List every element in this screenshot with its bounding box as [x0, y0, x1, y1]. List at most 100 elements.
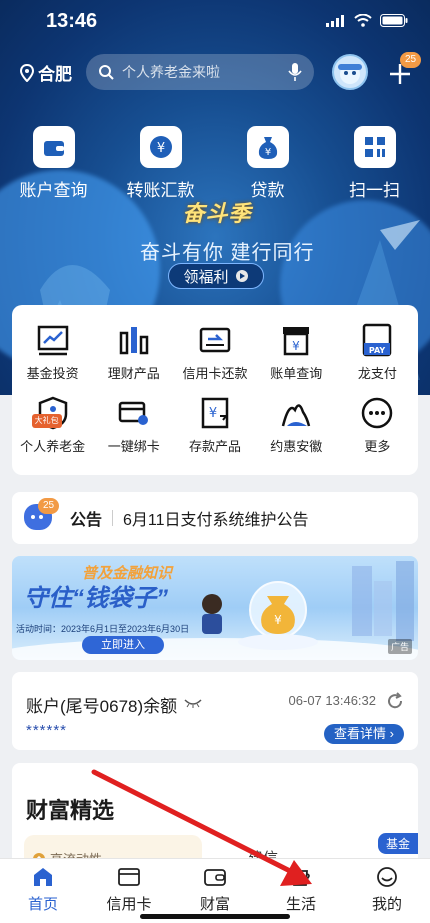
transfer-icon: ¥ [139, 126, 182, 168]
service-wealth-products[interactable]: 理财产品 [93, 323, 174, 382]
quick-action-transfer[interactable]: ¥ 转账汇款 [107, 126, 214, 201]
service-label: 更多 [364, 439, 391, 454]
search-input[interactable] [122, 64, 272, 80]
signal-icon [326, 14, 344, 27]
quick-action-loan[interactable]: ¥ 贷款 [214, 126, 321, 201]
svg-text:¥: ¥ [264, 147, 270, 158]
add-button[interactable]: 25 [384, 52, 422, 88]
notice-title: 公告 [70, 512, 103, 529]
fund-tag: 基金 [377, 833, 418, 854]
microphone-icon[interactable] [288, 62, 302, 82]
banner-enter-button[interactable]: 立即进入 [82, 636, 164, 654]
svg-text:¥: ¥ [156, 141, 164, 156]
mascot-avatar[interactable] [332, 54, 368, 90]
account-balance: ****** [26, 722, 68, 739]
pension-icon: 大礼包 [31, 396, 70, 430]
account-balance-card: 账户(尾号0678)余额 06-07 13:46:32 ****** 查看详情 … [12, 672, 418, 750]
service-label: 信用卡还款 [182, 366, 248, 381]
location-pin-icon [20, 63, 34, 82]
service-label: 一键绑卡 [107, 439, 160, 454]
refresh-icon[interactable] [386, 692, 404, 710]
quick-actions: 账户查询 ¥ 转账汇款 ¥ 贷款 扫一扫 [0, 126, 430, 201]
notice-text: 6月11日支付系统维护公告 [123, 512, 309, 529]
chart-icon [36, 323, 70, 357]
promo-slogan: 奋斗有你 建行同行 [140, 242, 315, 264]
location-selector[interactable]: 合肥 [20, 60, 72, 85]
svg-text:PAY: PAY [369, 346, 386, 355]
search-icon [99, 65, 114, 80]
status-icons [326, 14, 408, 27]
tab-label: 我的 [371, 896, 402, 913]
tab-label: 信用卡 [106, 896, 152, 913]
notice-bar[interactable]: 25 公告 6月11日支付系统维护公告 [12, 492, 418, 544]
profile-icon [374, 865, 400, 889]
location-label: 合肥 [38, 65, 72, 84]
status-bar: 13:46 [0, 0, 430, 46]
top-bar: 合肥 25 [0, 52, 430, 90]
tab-label: 首页 [27, 896, 58, 913]
wealth-title: 财富精选 [26, 798, 115, 823]
deposit-icon: ¥ [198, 396, 232, 430]
svg-text:¥: ¥ [274, 613, 282, 627]
service-more[interactable]: 更多 [337, 396, 418, 455]
service-yuehui-anhui[interactable]: 约惠安徽 [256, 396, 337, 455]
service-label: 个人养老金 [20, 439, 86, 454]
quick-action-label: 扫一扫 [349, 181, 400, 200]
banner-date: 活动时间：2023年6月1日至2023年6月30日 [16, 624, 190, 634]
service-label: 账单查询 [270, 366, 323, 381]
bind-card-icon [117, 396, 151, 430]
gift-badge: 大礼包 [31, 414, 62, 428]
wallet-icon [32, 126, 75, 168]
tab-home[interactable]: 首页 [0, 859, 86, 923]
quick-action-scan[interactable]: 扫一扫 [321, 126, 428, 201]
eye-closed-icon[interactable] [184, 698, 202, 708]
scan-icon [353, 126, 396, 168]
bar-chart-icon [117, 323, 151, 357]
home-indicator [140, 914, 290, 919]
message-count-badge: 25 [400, 52, 422, 68]
cup-icon [288, 865, 314, 889]
service-bind-card[interactable]: 一键绑卡 [93, 396, 174, 455]
account-update-time: 06-07 13:46:32 [288, 693, 376, 708]
promo-banner[interactable]: ¥ 普及金融知识 守住“钱袋子” 活动时间：2023年6月1日至2023年6月3… [12, 556, 418, 660]
service-label: 龙支付 [357, 366, 397, 381]
services-card: 基金投资 理财产品 信用卡还款 ¥ 账单查询 PAY 龙支付 大礼包 个人养老金… [12, 305, 418, 475]
home-icon [30, 865, 56, 889]
view-details-label: 查看详情 [334, 726, 387, 741]
service-label: 理财产品 [107, 366, 160, 381]
service-deposit-products[interactable]: ¥ 存款产品 [174, 396, 255, 455]
tab-mine[interactable]: 我的 [344, 859, 430, 923]
quick-action-account-query[interactable]: 账户查询 [0, 126, 107, 201]
money-bag-icon: ¥ [246, 126, 289, 168]
account-title: 账户(尾号0678)余额 [26, 697, 178, 716]
mascot-icon [338, 64, 362, 84]
chevron-right-icon: › [389, 726, 394, 741]
credit-card-icon [116, 865, 142, 889]
service-bill-query[interactable]: ¥ 账单查询 [256, 323, 337, 382]
bill-icon: ¥ [279, 323, 313, 357]
search-bar[interactable] [86, 54, 314, 90]
play-icon [235, 270, 248, 282]
quick-action-label: 账户查询 [19, 181, 88, 200]
view-details-button[interactable]: 查看详情 › [324, 724, 404, 744]
service-label: 基金投资 [26, 366, 79, 381]
banner-title: 守住“钱袋子” [24, 585, 168, 612]
service-dragon-pay[interactable]: PAY 龙支付 [337, 323, 418, 382]
get-welfare-button[interactable]: 领福利 [168, 263, 264, 289]
status-time: 13:46 [46, 10, 98, 32]
svg-text:¥: ¥ [292, 339, 300, 353]
service-personal-pension[interactable]: 大礼包 个人养老金 [12, 396, 93, 455]
mountain-icon [279, 396, 313, 430]
service-label: 存款产品 [188, 439, 241, 454]
service-label: 约惠安徽 [270, 439, 323, 454]
service-credit-card-repay[interactable]: 信用卡还款 [174, 323, 255, 382]
wifi-icon [354, 14, 372, 27]
more-icon [360, 396, 394, 430]
tab-label: 财富 [199, 896, 230, 913]
card-repay-icon [198, 323, 232, 357]
tab-label: 生活 [285, 896, 316, 913]
notice-divider [112, 510, 114, 526]
services-grid: 基金投资 理财产品 信用卡还款 ¥ 账单查询 PAY 龙支付 大礼包 个人养老金… [12, 305, 418, 455]
service-fund-investment[interactable]: 基金投资 [12, 323, 93, 382]
svg-text:¥: ¥ [209, 406, 217, 421]
